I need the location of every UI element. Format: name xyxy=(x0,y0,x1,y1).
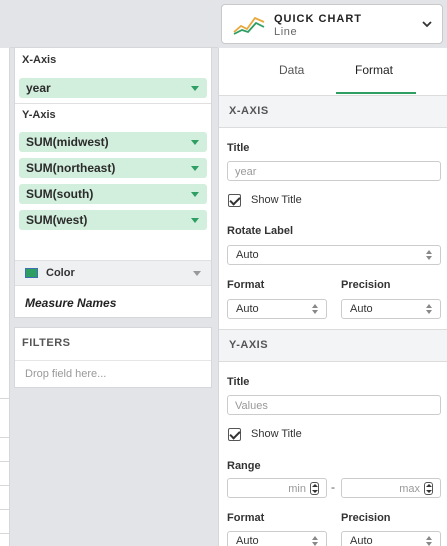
y-field-pill-northeast[interactable]: SUM(northeast) xyxy=(19,158,207,178)
caret-down-icon[interactable] xyxy=(193,271,201,276)
select-arrows-icon xyxy=(426,536,432,546)
range-max-field[interactable] xyxy=(341,478,441,498)
x-show-title-checkbox[interactable] xyxy=(228,194,241,207)
y-precision-select[interactable]: Auto xyxy=(341,531,441,546)
x-axis-section-header: X-AXIS xyxy=(219,95,447,128)
y-title-input[interactable] xyxy=(228,397,440,415)
y-show-title-label: Show Title xyxy=(251,428,302,440)
x-field-pill-year[interactable]: year xyxy=(19,78,207,98)
row-divider xyxy=(0,461,10,462)
y-field-pill-west[interactable]: SUM(west) xyxy=(19,210,207,230)
x-precision-select[interactable]: Auto xyxy=(341,299,441,319)
x-title-label: Title xyxy=(227,142,250,154)
y-field-pill-south[interactable]: SUM(south) xyxy=(19,184,207,204)
y-format-select[interactable]: Auto xyxy=(227,531,327,546)
chevron-down-icon[interactable] xyxy=(421,19,433,29)
x-precision-label: Precision xyxy=(341,279,391,291)
active-tab-indicator xyxy=(336,92,416,94)
tab-format[interactable]: Format xyxy=(355,63,393,77)
x-field-name: year xyxy=(26,81,51,95)
quick-chart-dropdown[interactable]: QUICK CHART Line xyxy=(221,4,443,44)
y-axis-section-header: Y-AXIS xyxy=(219,329,447,362)
y-field-name: SUM(south) xyxy=(26,187,94,201)
y-field-name: SUM(northeast) xyxy=(26,161,116,175)
x-show-title-label: Show Title xyxy=(251,194,302,206)
caret-down-icon[interactable] xyxy=(191,86,199,91)
encodings-panel: X-Axis year Y-Axis SUM(midwest) SUM(nort… xyxy=(14,48,212,318)
row-divider xyxy=(0,398,10,399)
row-divider xyxy=(0,509,10,510)
y-precision-label: Precision xyxy=(341,512,391,524)
x-format-select[interactable]: Auto xyxy=(227,299,327,319)
x-title-input[interactable] xyxy=(228,163,440,181)
caret-down-icon[interactable] xyxy=(191,166,199,171)
select-arrows-icon xyxy=(426,304,432,315)
x-format-label: Format xyxy=(227,279,265,291)
row-divider xyxy=(0,485,10,486)
y-format-label: Format xyxy=(227,512,265,524)
row-divider xyxy=(0,533,10,534)
filters-drop-placeholder: Drop field here... xyxy=(25,368,107,380)
color-field-measure-names[interactable]: Measure Names xyxy=(25,296,116,310)
x-axis-heading: X-AXIS xyxy=(229,105,269,117)
y-title-label: Title xyxy=(227,376,250,388)
format-panel: Data Format X-AXIS Title Show Title Rota… xyxy=(218,48,447,546)
spinner-icon[interactable] xyxy=(310,482,319,495)
y-format-value: Auto xyxy=(236,535,259,546)
caret-down-icon[interactable] xyxy=(191,192,199,197)
caret-down-icon[interactable] xyxy=(191,218,199,223)
y-axis-heading: Y-AXIS xyxy=(229,339,269,351)
rotate-value: Auto xyxy=(236,249,259,261)
spinner-icon[interactable] xyxy=(424,482,433,495)
x-title-field[interactable] xyxy=(227,161,441,181)
y-axis-label: Y-Axis xyxy=(22,109,56,121)
quick-chart-title: QUICK CHART xyxy=(274,13,362,25)
range-label: Range xyxy=(227,460,261,472)
color-label: Color xyxy=(46,267,75,279)
select-arrows-icon xyxy=(312,304,318,315)
quick-chart-type: Line xyxy=(274,26,298,38)
line-chart-icon xyxy=(233,16,265,35)
y-title-field[interactable] xyxy=(227,395,441,415)
y-field-pill-midwest[interactable]: SUM(midwest) xyxy=(19,132,207,152)
filters-panel: FILTERS Drop field here... xyxy=(14,327,212,388)
tab-bar: Data Format xyxy=(219,48,447,94)
y-show-title-checkbox[interactable] xyxy=(228,428,241,441)
filters-title: FILTERS xyxy=(22,337,71,349)
row-divider xyxy=(0,437,10,438)
y-precision-value: Auto xyxy=(350,535,373,546)
filters-drop-zone[interactable]: Drop field here... xyxy=(15,360,211,388)
color-swatch-icon xyxy=(25,268,38,278)
range-min-field[interactable] xyxy=(227,478,327,498)
tab-data[interactable]: Data xyxy=(279,63,304,77)
left-edge-gap xyxy=(0,0,10,48)
top-band xyxy=(10,0,218,48)
range-separator: - xyxy=(331,480,335,494)
y-field-name: SUM(west) xyxy=(26,213,88,227)
rotate-label: Rotate Label xyxy=(227,225,294,237)
x-axis-label: X-Axis xyxy=(22,54,57,66)
x-precision-value: Auto xyxy=(350,303,373,315)
y-field-name: SUM(midwest) xyxy=(26,135,109,149)
caret-down-icon[interactable] xyxy=(191,140,199,145)
rotate-label-select[interactable]: Auto xyxy=(227,245,441,265)
divider xyxy=(15,103,211,104)
select-arrows-icon xyxy=(426,250,432,261)
color-encoding-row[interactable]: Color xyxy=(15,260,211,286)
left-edge-panel xyxy=(0,0,10,546)
x-format-value: Auto xyxy=(236,303,259,315)
select-arrows-icon xyxy=(312,536,318,546)
